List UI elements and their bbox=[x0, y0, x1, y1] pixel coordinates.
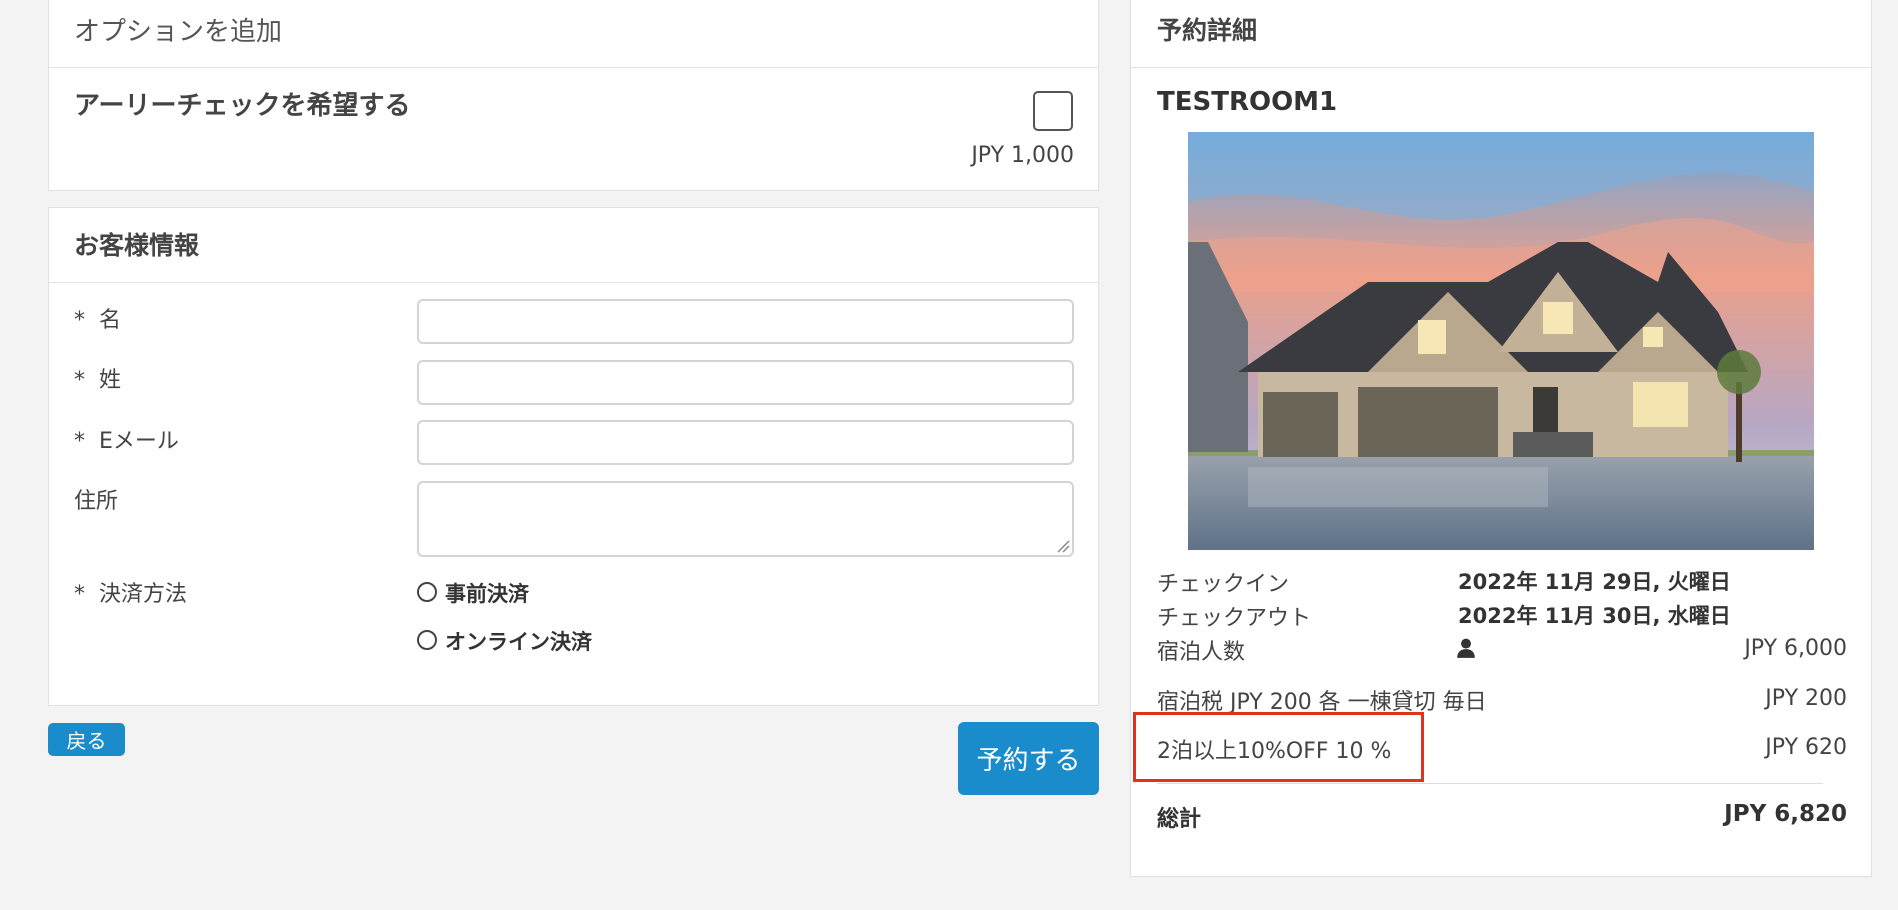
address-textarea[interactable] bbox=[417, 481, 1074, 557]
reserve-button[interactable]: 予約する bbox=[958, 722, 1099, 795]
discount-price: JPY 620 bbox=[1765, 735, 1847, 760]
early-check-checkbox[interactable] bbox=[1033, 91, 1073, 131]
details-header: 予約詳細 bbox=[1157, 16, 1258, 45]
customer-header: お客様情報 bbox=[74, 231, 200, 260]
address-label: 住所 bbox=[74, 489, 119, 514]
guests-label: 宿泊人数 bbox=[1157, 640, 1246, 665]
checkout-label: チェックアウト bbox=[1157, 606, 1312, 631]
guests-price: JPY 6,000 bbox=[1744, 636, 1847, 661]
required-mark: * bbox=[74, 429, 85, 454]
total-label: 総計 bbox=[1157, 807, 1202, 832]
customer-panel: お客様情報 * 名 * 姓 * Eメール 住所 * 決済方法 事前決済 オンライ… bbox=[48, 207, 1099, 706]
back-button[interactable]: 戻る bbox=[48, 723, 125, 756]
tax-price: JPY 200 bbox=[1765, 686, 1847, 711]
options-divider bbox=[49, 67, 1098, 68]
last-name-label: * 姓 bbox=[74, 368, 122, 393]
payment-online-label[interactable]: オンライン決済 bbox=[445, 626, 592, 656]
email-input[interactable] bbox=[417, 420, 1074, 465]
early-check-price: JPY 1,000 bbox=[971, 143, 1074, 168]
required-mark: * bbox=[74, 368, 85, 393]
early-check-title: アーリーチェックを希望する bbox=[74, 91, 411, 121]
payment-label: * 決済方法 bbox=[74, 582, 188, 607]
email-label: * Eメール bbox=[74, 429, 179, 454]
required-mark: * bbox=[74, 582, 85, 607]
house-image bbox=[1188, 132, 1814, 550]
checkin-value: 2022年 11月 29日, 火曜日 bbox=[1458, 570, 1731, 594]
resize-grip-icon[interactable] bbox=[1056, 539, 1070, 553]
payment-online-radio[interactable] bbox=[417, 630, 437, 650]
options-header: オプションを追加 bbox=[74, 17, 283, 47]
details-divider bbox=[1131, 67, 1871, 68]
first-name-input[interactable] bbox=[417, 299, 1074, 344]
last-name-input[interactable] bbox=[417, 360, 1074, 405]
person-icon bbox=[1457, 638, 1475, 658]
first-name-label: * 名 bbox=[74, 308, 122, 333]
customer-divider bbox=[49, 282, 1098, 283]
details-panel: 予約詳細 TESTROOM1 チェックイン 2022年 11月 29日, 火曜日… bbox=[1130, 0, 1872, 877]
room-name: TESTROOM1 bbox=[1157, 87, 1338, 117]
required-mark: * bbox=[74, 308, 85, 333]
checkout-value: 2022年 11月 30日, 水曜日 bbox=[1458, 604, 1731, 628]
room-photo bbox=[1188, 132, 1814, 550]
total-price: JPY 6,820 bbox=[1724, 801, 1847, 827]
payment-prepay-label[interactable]: 事前決済 bbox=[445, 578, 529, 608]
payment-prepay-radio[interactable] bbox=[417, 582, 437, 602]
total-divider bbox=[1157, 783, 1823, 784]
checkin-label: チェックイン bbox=[1157, 572, 1290, 597]
options-panel: オプションを追加 アーリーチェックを希望する JPY 1,000 bbox=[48, 0, 1099, 191]
discount-label: 2泊以上10%OFF 10 % bbox=[1157, 739, 1392, 764]
